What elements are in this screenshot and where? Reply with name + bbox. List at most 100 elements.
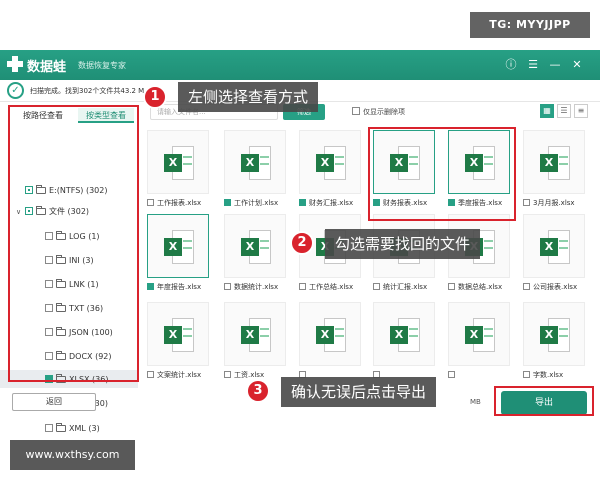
file-checkbox[interactable] (224, 283, 231, 290)
file-thumbnail[interactable]: X (224, 130, 286, 194)
file-item[interactable]: X 文案统计.xlsx (147, 302, 217, 392)
file-checkbox[interactable] (147, 283, 154, 290)
file-thumbnail[interactable]: X (147, 214, 209, 278)
scan-status-text: 扫描完成。找到302个文件共43.2 M (30, 87, 145, 95)
file-thumbnail[interactable]: X (523, 302, 585, 366)
file-name-row: 3月月报.xlsx (523, 198, 595, 208)
file-name: 统计汇报.xlsx (383, 283, 428, 291)
detail-view-icon[interactable]: ≡ (574, 104, 588, 118)
excel-file-icon: X (540, 146, 570, 180)
grid-view-icon[interactable]: ▦ (540, 104, 554, 118)
step-1-badge: 1 (143, 85, 167, 109)
file-name-row (448, 370, 520, 380)
file-thumbnail[interactable]: X (523, 214, 585, 278)
file-name: 文案统计.xlsx (157, 371, 202, 379)
show-deleted-label: 仅显示删除项 (363, 108, 405, 116)
file-item[interactable]: X 数据统计.xlsx (224, 214, 294, 304)
back-button[interactable]: 返回 (12, 393, 96, 411)
file-thumbnail[interactable]: X (147, 130, 209, 194)
file-checkbox[interactable] (299, 199, 306, 206)
file-item[interactable]: X数据总结.xlsx (448, 214, 518, 304)
excel-file-icon: X (164, 146, 194, 180)
show-deleted-toggle[interactable]: 仅显示删除项 (352, 107, 405, 117)
file-checkbox[interactable] (147, 199, 154, 206)
file-name: 字数.xlsx (533, 371, 564, 379)
file-thumbnail[interactable]: X (448, 302, 510, 366)
file-checkbox[interactable] (448, 371, 455, 378)
step-3-badge: 3 (246, 379, 270, 403)
file-name-row: 工作总结.xlsx (299, 282, 371, 292)
excel-file-icon: X (540, 318, 570, 352)
file-item[interactable]: X统计汇报.xlsx (373, 214, 443, 304)
file-item[interactable]: X 工作报表.xlsx (147, 130, 217, 220)
file-name: 公司报表.xlsx (533, 283, 578, 291)
file-checkbox[interactable] (448, 283, 455, 290)
file-name: 工作计划.xlsx (234, 199, 279, 207)
file-name-row: 字数.xlsx (523, 370, 595, 380)
watermark-bottom: www.wxthsy.com (10, 440, 135, 470)
step-2-callout: 勾选需要找回的文件 (325, 229, 481, 259)
file-item[interactable]: X 3月月报.xlsx (523, 130, 593, 220)
step-3-callout: 确认无误后点击导出 (281, 377, 437, 407)
file-name: 财务汇报.xlsx (309, 199, 354, 207)
file-name-row: 数据总结.xlsx (448, 282, 520, 292)
tree-item[interactable]: XML (3) (36, 422, 100, 436)
file-name-row: 年度报告.xlsx (147, 282, 219, 292)
export-highlight (494, 386, 594, 416)
step-2-badge: 2 (290, 231, 314, 255)
file-thumbnail[interactable]: X (224, 214, 286, 278)
file-thumbnail[interactable]: X (147, 302, 209, 366)
file-item[interactable]: X 字数.xlsx (523, 302, 593, 392)
excel-file-icon: X (316, 318, 346, 352)
minimize-icon[interactable]: — (548, 58, 562, 72)
file-checkbox[interactable] (224, 199, 231, 206)
file-name: 工作报表.xlsx (157, 199, 202, 207)
file-checkbox[interactable] (523, 371, 530, 378)
excel-file-icon: X (241, 318, 271, 352)
info-icon[interactable]: ⓘ (504, 58, 518, 72)
file-checkbox[interactable] (523, 283, 530, 290)
list-view-icon[interactable]: ☰ (557, 104, 571, 118)
file-name: 年度报告.xlsx (157, 283, 202, 291)
app-logo-icon (7, 56, 23, 72)
excel-file-icon: X (316, 146, 346, 180)
file-name: 工资.xlsx (234, 371, 265, 379)
file-name: 数据总结.xlsx (458, 283, 503, 291)
file-checkbox[interactable] (523, 199, 530, 206)
screenshot: 数据蛙 数据恢复专家 ⓘ ☰ — ✕ ✓ 扫描完成。找到302个文件共43.2 … (0, 0, 600, 480)
step-1-callout: 左侧选择查看方式 (178, 82, 319, 112)
file-name: 工作总结.xlsx (309, 283, 354, 291)
excel-file-icon: X (390, 318, 420, 352)
selected-files-highlight (368, 127, 516, 221)
file-item[interactable]: X工作总结.xlsx (299, 214, 369, 304)
file-thumbnail[interactable]: X (373, 302, 435, 366)
excel-file-icon: X (540, 230, 570, 264)
tree-checkbox[interactable] (45, 424, 53, 432)
file-thumbnail[interactable]: X (299, 302, 361, 366)
file-checkbox[interactable] (147, 371, 154, 378)
file-thumbnail[interactable]: X (523, 130, 585, 194)
excel-file-icon: X (164, 230, 194, 264)
file-name-row: 公司报表.xlsx (523, 282, 595, 292)
file-name-row: 统计汇报.xlsx (373, 282, 445, 292)
close-icon[interactable]: ✕ (570, 58, 584, 72)
app-name: 数据蛙 (27, 60, 67, 75)
app-subtitle: 数据恢复专家 (78, 61, 126, 70)
file-item[interactable]: X 财务汇报.xlsx (299, 130, 369, 220)
file-name: 数据统计.xlsx (234, 283, 279, 291)
file-item[interactable]: X 公司报表.xlsx (523, 214, 593, 304)
folder-icon (56, 423, 66, 432)
file-checkbox[interactable] (224, 371, 231, 378)
file-name-row: 数据统计.xlsx (224, 282, 296, 292)
file-item[interactable]: X 工作计划.xlsx (224, 130, 294, 220)
file-checkbox[interactable] (299, 283, 306, 290)
excel-file-icon: X (164, 318, 194, 352)
file-thumbnail[interactable]: X (299, 130, 361, 194)
sidebar-highlight (8, 105, 139, 382)
file-item[interactable]: X (448, 302, 518, 392)
excel-file-icon: X (241, 146, 271, 180)
file-checkbox[interactable] (373, 283, 380, 290)
file-item[interactable]: X 年度报告.xlsx (147, 214, 217, 304)
file-thumbnail[interactable]: X (224, 302, 286, 366)
menu-icon[interactable]: ☰ (526, 58, 540, 72)
